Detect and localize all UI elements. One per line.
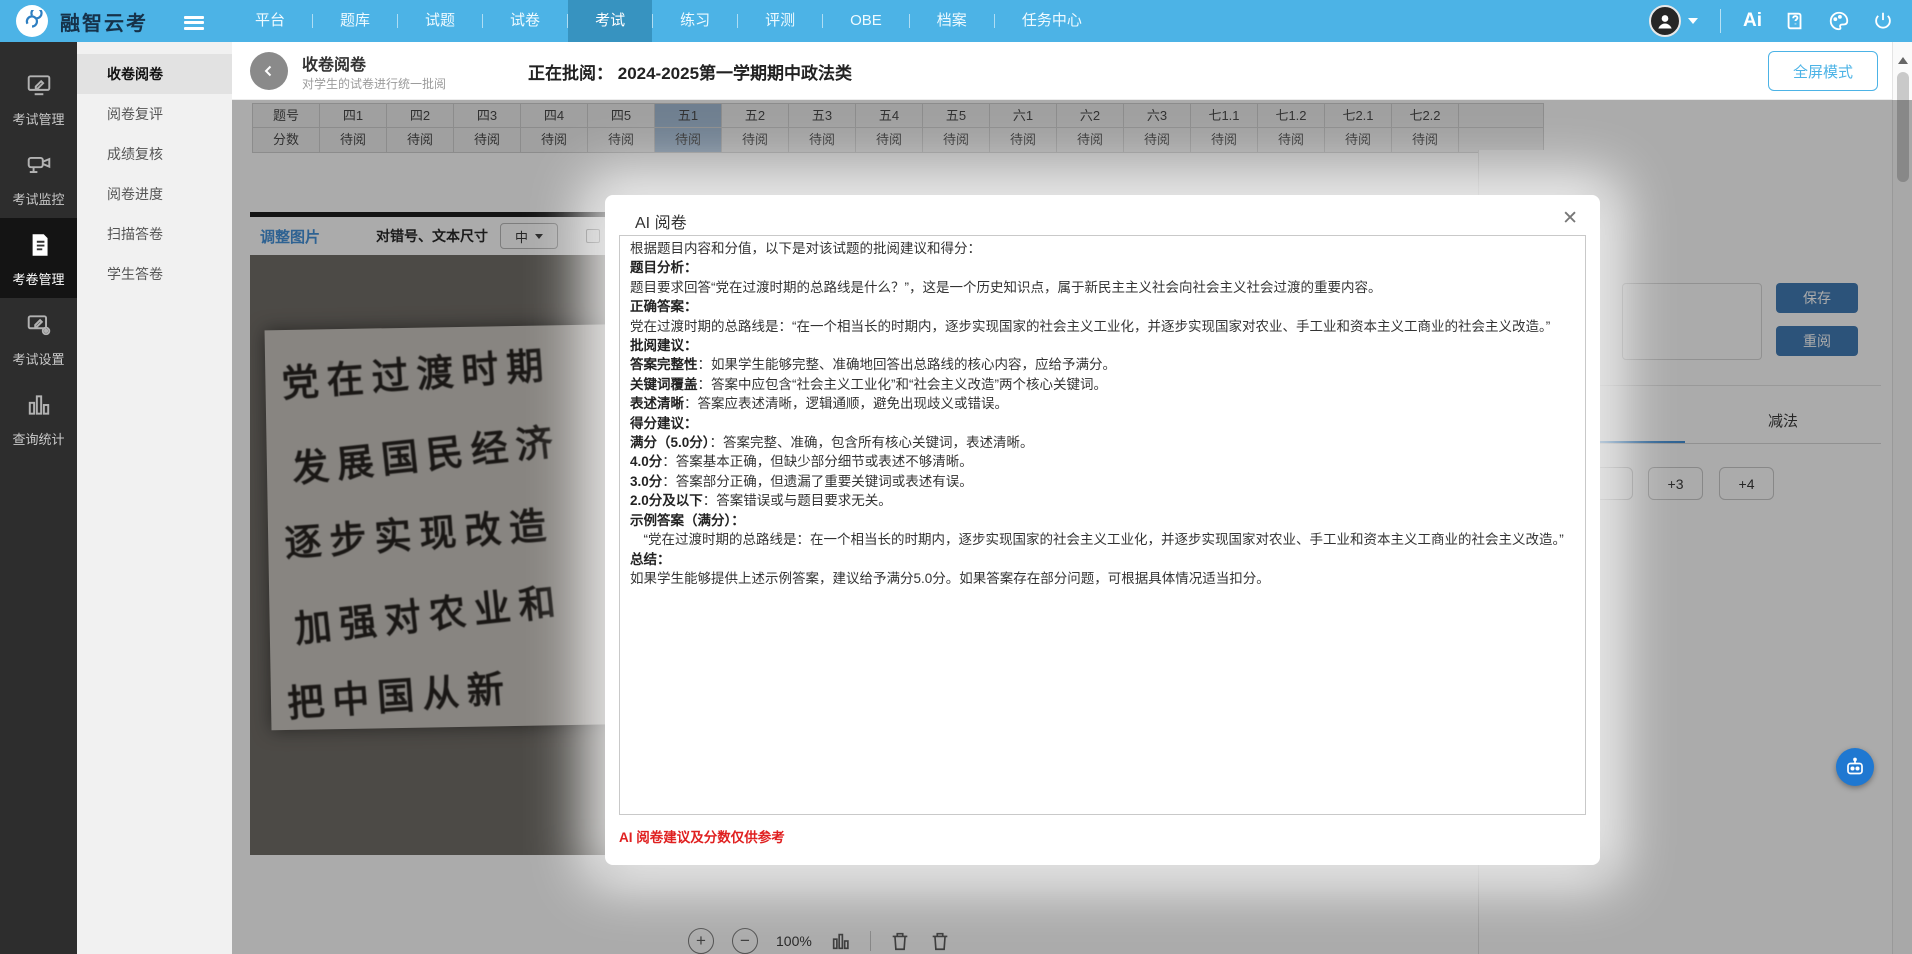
chevron-down-icon[interactable] bbox=[1688, 18, 1698, 24]
ai-advice-line: 满分（5.0分）：答案完整、准确，包含所有核心关键词，表述清晰。 bbox=[630, 433, 1575, 452]
ai-assistant-button[interactable] bbox=[1836, 748, 1874, 786]
ai-advice-line: 题目要求回答“党在过渡时期的总路线是什么？”，这是一个历史知识点，属于新民主主义… bbox=[630, 278, 1575, 297]
submenu-item-阅卷复评[interactable]: 阅卷复评 bbox=[77, 94, 232, 134]
ai-advice-line: 答案完整性：如果学生能够完整、准确地回答出总路线的核心内容，应给予满分。 bbox=[630, 355, 1575, 374]
back-button[interactable] bbox=[250, 52, 288, 90]
ai-advice-line: 2.0分及以下：答案错误或与题目要求无关。 bbox=[630, 491, 1575, 510]
topnav-item[interactable]: 题库 bbox=[313, 0, 397, 42]
secondary-sidebar: 收卷阅卷阅卷复评成绩复核阅卷进度扫描答卷学生答卷 bbox=[77, 42, 232, 954]
ai-advice-line: 批阅建议： bbox=[630, 336, 1575, 355]
sidebar-item-label: 考试监控 bbox=[0, 189, 77, 208]
ai-advice-line: “党在过渡时期的总路线是：在一个相当长的时期内，逐步实现国家的社会主义工业化，并… bbox=[630, 530, 1575, 549]
ai-advice-line: 题目分析： bbox=[630, 258, 1575, 277]
primary-sidebar: 考试管理考试监控考卷管理考试设置查询统计 bbox=[0, 42, 77, 954]
statistics-icon bbox=[24, 405, 54, 422]
grading-status: 正在批阅： 2024-2025第一学期期中政法类 bbox=[528, 59, 852, 84]
sidebar-item-考卷管理[interactable]: 考卷管理 bbox=[0, 218, 77, 298]
sidebar-item-label: 考试设置 bbox=[0, 349, 77, 368]
sidebar-item-label: 考试管理 bbox=[0, 109, 77, 128]
brand-name: 融智云考 bbox=[60, 7, 148, 36]
ai-advice-line: 如果学生能够提供上述示例答案，建议给予满分5.0分。如果答案存在部分问题，可根据… bbox=[630, 569, 1575, 588]
submenu-item-扫描答卷[interactable]: 扫描答卷 bbox=[77, 214, 232, 254]
sidebar-item-考试监控[interactable]: 考试监控 bbox=[0, 138, 77, 218]
ai-advice-line: 总结： bbox=[630, 550, 1575, 569]
submenu-item-学生答卷[interactable]: 学生答卷 bbox=[77, 254, 232, 294]
sidebar-collapse-icon[interactable] bbox=[184, 13, 204, 29]
ai-advice-line: 党在过渡时期的总路线是：“在一个相当长的时期内，逐步实现国家的社会主义工业化，并… bbox=[630, 317, 1575, 336]
ai-disclaimer: AI 阅卷建议及分数仅供参考 bbox=[619, 826, 785, 846]
topnav-item[interactable]: 试卷 bbox=[483, 0, 567, 42]
submenu-item-成绩复核[interactable]: 成绩复核 bbox=[77, 134, 232, 174]
exam-manage-icon bbox=[24, 85, 54, 102]
close-icon[interactable]: ✕ bbox=[1562, 207, 1578, 230]
paper-manage-icon bbox=[24, 245, 54, 262]
page-header: 收卷阅卷 对学生的试卷进行统一批阅 正在批阅： 2024-2025第一学期期中政… bbox=[232, 42, 1892, 100]
sidebar-item-考试设置[interactable]: 考试设置 bbox=[0, 298, 77, 378]
topnav-item[interactable]: 任务中心 bbox=[995, 0, 1109, 42]
ai-icon[interactable]: Ai bbox=[1743, 10, 1762, 32]
topnav-item[interactable]: 平台 bbox=[228, 0, 312, 42]
topbar-divider bbox=[1720, 9, 1721, 33]
ai-advice-line: 3.0分：答案部分正确，但遗漏了重要关键词或表述有误。 bbox=[630, 472, 1575, 491]
grading-label: 正在批阅： bbox=[528, 64, 613, 83]
submenu-item-收卷阅卷[interactable]: 收卷阅卷 bbox=[77, 54, 232, 94]
theme-icon[interactable] bbox=[1828, 10, 1850, 32]
sidebar-item-查询统计[interactable]: 查询统计 bbox=[0, 378, 77, 458]
exam-monitor-icon bbox=[24, 165, 54, 182]
topnav-item[interactable]: 评测 bbox=[738, 0, 822, 42]
page-title: 收卷阅卷 bbox=[302, 51, 366, 75]
topnav-item[interactable]: 考试 bbox=[568, 0, 652, 42]
exam-settings-icon bbox=[24, 325, 54, 342]
topnav-item[interactable]: 练习 bbox=[653, 0, 737, 42]
fullscreen-button[interactable]: 全屏模式 bbox=[1768, 51, 1878, 91]
top-navbar: 融智云考 平台题库试题试卷考试练习评测OBE档案任务中心 Ai bbox=[0, 0, 1912, 42]
grading-exam-name: 2024-2025第一学期期中政法类 bbox=[618, 64, 852, 83]
ai-advice-line: 表述清晰：答案应表述清晰，逻辑通顺，避免出现歧义或错误。 bbox=[630, 394, 1575, 413]
page-subtitle: 对学生的试卷进行统一批阅 bbox=[302, 75, 446, 92]
app-root: 融智云考 平台题库试题试卷考试练习评测OBE档案任务中心 Ai 考试管理考试监控… bbox=[0, 0, 1912, 954]
topnav-item[interactable]: 试题 bbox=[398, 0, 482, 42]
manual-icon[interactable] bbox=[1784, 10, 1806, 32]
ai-advice-line: 示例答案（满分）： bbox=[630, 511, 1575, 530]
topnav-item[interactable]: 档案 bbox=[910, 0, 994, 42]
brand-logo-icon bbox=[16, 5, 48, 37]
top-menu: 平台题库试题试卷考试练习评测OBE档案任务中心 bbox=[228, 0, 1109, 42]
topnav-item[interactable]: OBE bbox=[823, 0, 909, 42]
sidebar-item-考试管理[interactable]: 考试管理 bbox=[0, 58, 77, 138]
ai-advice-line: 关键词覆盖：答案中应包含“社会主义工业化”和“社会主义改造”两个核心关键词。 bbox=[630, 375, 1575, 394]
logout-icon[interactable] bbox=[1872, 10, 1894, 32]
topbar-right-cluster: Ai bbox=[1649, 0, 1894, 42]
ai-advice-line: 得分建议： bbox=[630, 414, 1575, 433]
modal-title: AI 阅卷 bbox=[635, 209, 687, 233]
ai-advice-line: 4.0分：答案基本正确，但缺少部分细节或表述不够清晰。 bbox=[630, 452, 1575, 471]
ai-advice-text[interactable]: 根据题目内容和分值，以下是对该试题的批阅建议和得分：题目分析：题目要求回答“党在… bbox=[619, 235, 1586, 815]
user-avatar-icon[interactable] bbox=[1649, 5, 1681, 37]
ai-advice-line: 正确答案： bbox=[630, 297, 1575, 316]
sidebar-item-label: 考卷管理 bbox=[0, 269, 77, 288]
ai-grading-modal: AI 阅卷 ✕ 根据题目内容和分值，以下是对该试题的批阅建议和得分：题目分析：题… bbox=[605, 195, 1600, 865]
scroll-up-icon[interactable] bbox=[1898, 52, 1908, 64]
sidebar-item-label: 查询统计 bbox=[0, 429, 77, 448]
ai-advice-line: 根据题目内容和分值，以下是对该试题的批阅建议和得分： bbox=[630, 239, 1575, 258]
submenu-item-阅卷进度[interactable]: 阅卷进度 bbox=[77, 174, 232, 214]
